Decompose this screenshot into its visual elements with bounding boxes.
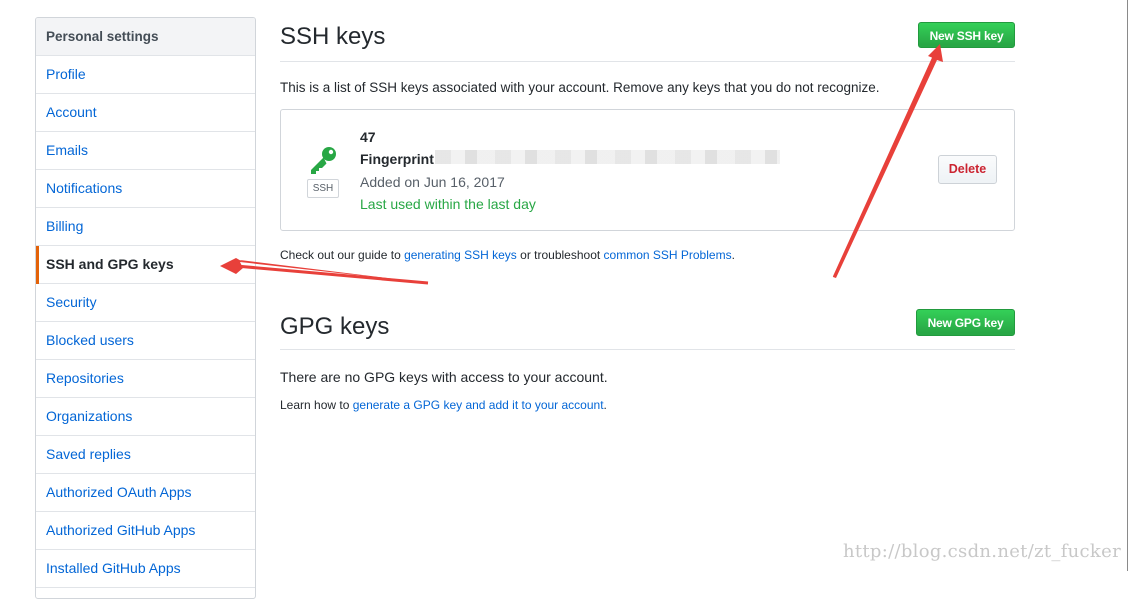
sidebar-item-profile[interactable]: Profile — [36, 56, 255, 94]
generating-ssh-keys-link[interactable]: generating SSH keys — [404, 248, 517, 262]
sidebar-header: Personal settings — [36, 18, 255, 56]
sidebar-item-security[interactable]: Security — [36, 284, 255, 322]
key-added-date: Added on Jun 16, 2017 — [360, 174, 505, 190]
common-ssh-problems-link[interactable]: common SSH Problems — [604, 248, 732, 262]
guide-suffix: . — [731, 248, 735, 262]
sidebar-item-saved-replies[interactable]: Saved replies — [36, 436, 255, 474]
sidebar-item-authorized-oauth-apps[interactable]: Authorized OAuth Apps — [36, 474, 255, 512]
gpg-keys-title: GPG keys — [280, 313, 390, 340]
frame-border — [1127, 0, 1128, 571]
fingerprint-redacted — [435, 150, 780, 164]
sidebar-item-repositories[interactable]: Repositories — [36, 360, 255, 398]
ssh-key-item: SSH 47 Fingerprint Added on Jun 16, 2017… — [280, 109, 1015, 231]
guide-middle: or troubleshoot — [516, 248, 604, 262]
gpg-empty-message: There are no GPG keys with access to you… — [280, 369, 608, 385]
key-icon — [311, 147, 336, 174]
learn-prefix: Learn how to — [280, 398, 353, 412]
sidebar-item-ssh-gpg-keys[interactable]: SSH and GPG keys — [36, 246, 255, 284]
new-ssh-key-button[interactable]: New SSH key — [918, 22, 1015, 48]
key-last-used: Last used within the last day — [360, 196, 536, 212]
gpg-learn-text: Learn how to generate a GPG key and add … — [280, 398, 607, 412]
ssh-key-title: 47 — [360, 129, 376, 145]
learn-suffix: . — [603, 398, 607, 412]
delete-key-button[interactable]: Delete — [938, 155, 997, 184]
sidebar-item-organizations[interactable]: Organizations — [36, 398, 255, 436]
guide-prefix: Check out our guide to — [280, 248, 405, 262]
ssh-badge: SSH — [307, 179, 339, 198]
sidebar-item-blocked-users[interactable]: Blocked users — [36, 322, 255, 360]
settings-sidebar: Personal settings Profile Account Emails… — [35, 17, 256, 599]
ssh-keys-header: SSH keys New SSH key — [280, 22, 1015, 62]
fingerprint-label: Fingerprint — [360, 151, 434, 167]
sidebar-item-account[interactable]: Account — [36, 94, 255, 132]
watermark-text: http://blog.csdn.net/zt_fucker — [842, 541, 1121, 562]
sidebar-item-installed-github-apps[interactable]: Installed GitHub Apps — [36, 550, 255, 588]
sidebar-item-billing[interactable]: Billing — [36, 208, 255, 246]
gpg-keys-header: GPG keys New GPG key — [280, 309, 1015, 350]
sidebar-item-authorized-github-apps[interactable]: Authorized GitHub Apps — [36, 512, 255, 550]
sidebar-item-emails[interactable]: Emails — [36, 132, 255, 170]
sidebar-item-notifications[interactable]: Notifications — [36, 170, 255, 208]
ssh-keys-description: This is a list of SSH keys associated wi… — [280, 80, 880, 95]
new-gpg-key-button[interactable]: New GPG key — [916, 309, 1015, 336]
ssh-guide-text: Check out our guide to generating SSH ke… — [280, 248, 735, 262]
ssh-keys-title: SSH keys — [280, 23, 386, 50]
generate-gpg-key-link[interactable]: generate a GPG key and add it to your ac… — [353, 398, 604, 412]
